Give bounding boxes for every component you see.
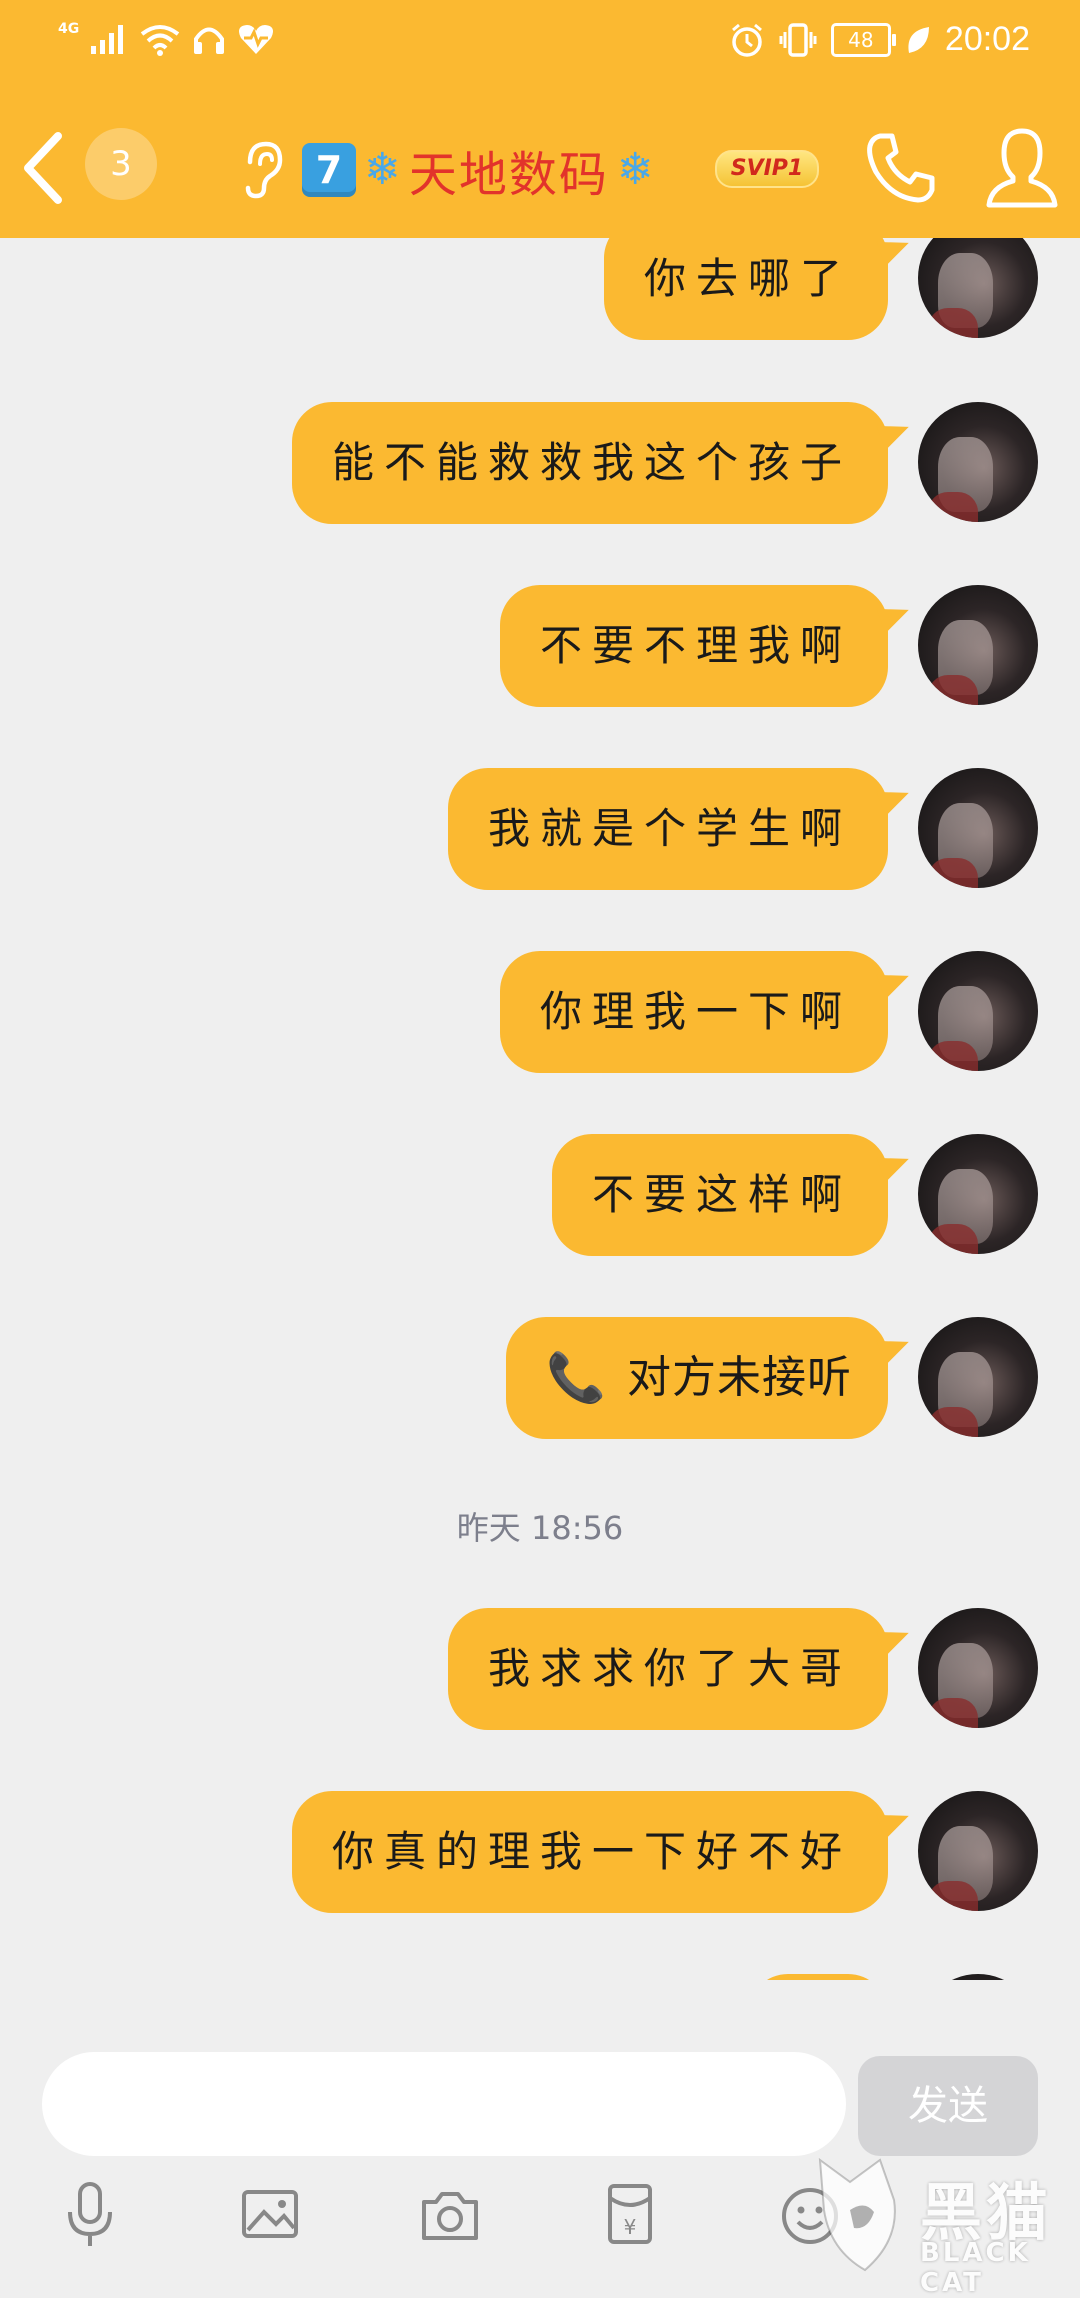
message-row: 不要这样啊 [0,1134,1080,1264]
timestamp: 昨天 18:56 [456,1509,624,1547]
chat-title: 7 ❄ 天地数码 ❄ [302,135,654,205]
call-icon: 📞 [546,1350,607,1406]
message-bubble[interactable]: 能不能救救我这个孩子 [291,402,888,524]
message-bubble[interactable]: 你去哪了 [603,238,888,340]
avatar[interactable] [918,1134,1038,1254]
message-bubble[interactable] [748,1974,888,1980]
red-packet-icon[interactable]: ¥ [598,2180,662,2250]
avatar[interactable] [918,768,1038,888]
vibrate-icon [779,22,817,57]
call-status-text: 对方未接听 [627,1352,852,1403]
signal-icon [91,25,124,54]
message-bubble[interactable]: 不要这样啊 [551,1134,888,1256]
vip-badge: SVIP1 [715,150,819,188]
status-time: 20:02 [944,20,1030,58]
health-icon [239,25,274,54]
message-bubble[interactable]: 我求求你了大哥 [447,1608,888,1730]
battery-indicator: 48 [830,22,896,57]
message-row: 📞 对方未接听 [0,1317,1080,1447]
snowflake-icon: ❄ [364,144,401,195]
message-row: 不要不理我啊 [0,585,1080,715]
profile-icon[interactable] [985,125,1059,211]
missed-call-bubble[interactable]: 📞 对方未接听 [506,1317,888,1439]
mic-icon[interactable] [58,2180,122,2250]
message-row: 我求求你了大哥 [0,1608,1080,1738]
watermark: 黑猫 BLACK CAT [810,2150,1080,2298]
message-bubble[interactable]: 我就是个学生啊 [447,768,888,890]
message-row: 你真的理我一下好不好 [0,1791,1080,1921]
headphone-icon [194,27,225,54]
avatar[interactable] [918,1974,1038,1980]
message-bubble[interactable]: 你理我一下啊 [499,951,888,1073]
snowflake-icon: ❄ [616,144,654,195]
message-row: 我就是个学生啊 [0,768,1080,898]
ear-icon[interactable] [240,140,284,200]
image-icon[interactable] [238,2180,302,2250]
watermark-subtext: BLACK CAT [920,2238,1031,2298]
message-input[interactable] [42,2052,846,2156]
avatar[interactable] [918,238,1038,338]
avatar[interactable] [918,951,1038,1071]
avatar[interactable] [918,402,1038,522]
network-label: 4G [58,21,80,37]
avatar[interactable] [918,1791,1038,1911]
message-bubble[interactable]: 不要不理我啊 [499,585,888,707]
send-button[interactable]: 发送 [858,2056,1038,2156]
back-icon[interactable] [14,128,74,208]
unread-badge[interactable]: 3 [85,128,157,200]
message-list[interactable]: 你去哪了 能不能救救我这个孩子 不要不理我啊 我就是个学生啊 你理我一下啊 不要… [0,238,1080,1980]
svg-text:¥: ¥ [624,2215,637,2239]
message-row: 能不能救救我这个孩子 [0,402,1080,532]
keycap-seven: 7 [302,143,356,197]
status-bar: 4G 48 20:02 [0,0,1080,90]
leaf-icon [908,26,929,53]
avatar[interactable] [918,1608,1038,1728]
chat-title-text: 天地数码 [408,147,609,203]
avatar[interactable] [918,585,1038,705]
cat-logo-icon [818,2157,896,2272]
wifi-icon [141,25,180,56]
message-bubble[interactable]: 你真的理我一下好不好 [291,1791,888,1913]
message-row: 你理我一下啊 [0,951,1080,1081]
phone-icon[interactable] [862,128,942,208]
message-row [0,1974,1080,1980]
message-row: 你去哪了 [0,238,1080,348]
alarm-icon [731,23,762,57]
camera-icon[interactable] [418,2180,482,2250]
avatar[interactable] [918,1317,1038,1437]
